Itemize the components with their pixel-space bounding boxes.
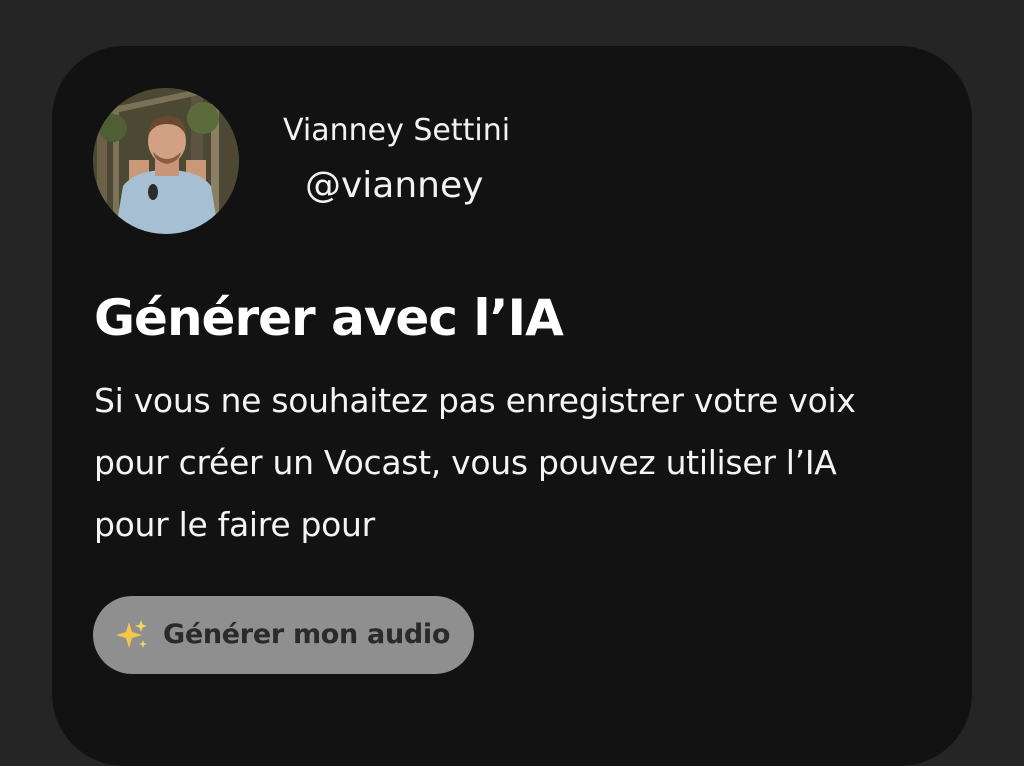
- avatar: [93, 88, 239, 234]
- section-description: Si vous ne souhaitez pas enregistrer vot…: [94, 381, 856, 544]
- generate-audio-button[interactable]: Générer mon audio: [93, 596, 475, 674]
- section-title: Générer avec l’IA: [94, 289, 564, 347]
- profile-handle: @vianney: [305, 165, 484, 206]
- user-avatar-icon: [93, 88, 239, 234]
- sparkles-icon: [116, 620, 147, 648]
- profile-name: Vianney Settini: [283, 113, 511, 148]
- generate-audio-label: Générer mon audio: [163, 619, 451, 650]
